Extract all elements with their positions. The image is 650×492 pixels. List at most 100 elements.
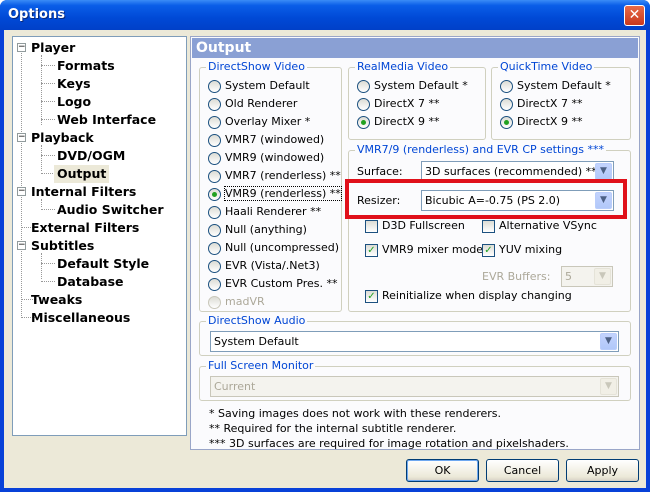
apply-button[interactable]: Apply — [566, 459, 639, 482]
audio-renderer-dropdown[interactable]: System Default ▼ — [210, 331, 619, 352]
ds-radio-system-default[interactable]: System Default — [208, 79, 310, 95]
ds-radio-vmr7-windowed[interactable]: VMR7 (windowed) — [208, 133, 324, 149]
radio-icon — [208, 223, 221, 237]
checkbox-icon — [482, 219, 495, 233]
radio-icon — [208, 205, 221, 219]
ds-radio-haali-renderer[interactable]: Haali Renderer ** — [208, 205, 321, 221]
radio-icon — [208, 133, 221, 147]
qt-radio-system-default[interactable]: System Default * — [500, 79, 611, 95]
qt-radio-directx9[interactable]: DirectX 9 ** — [500, 115, 582, 131]
quicktime-video-group: QuickTime Video System Default * DirectX… — [491, 60, 631, 140]
tree-item-output[interactable]: Output — [54, 165, 110, 183]
chevron-down-icon: ▼ — [594, 268, 611, 285]
ds-radio-vmr7-renderless[interactable]: VMR7 (renderless) ** — [208, 169, 341, 185]
tree-item-player[interactable]: Player — [31, 39, 75, 57]
directshow-video-caption: DirectShow Video — [206, 60, 307, 73]
expand-subtitles-toggle[interactable]: − — [17, 241, 26, 250]
title-bar[interactable]: Options ✕ — [0, 0, 650, 30]
radio-icon — [208, 151, 221, 165]
close-button[interactable]: ✕ — [624, 5, 645, 26]
tree-item-database[interactable]: Database — [57, 273, 124, 291]
footnote-1: * Saving images does not work with these… — [209, 407, 502, 420]
window-title: Options — [8, 7, 65, 22]
ds-radio-overlay-mixer[interactable]: Overlay Mixer * — [208, 115, 310, 131]
tree-item-formats[interactable]: Formats — [57, 57, 115, 75]
yuv-mixing-checkbox[interactable]: ✓ YUV mixing — [482, 243, 562, 259]
ds-radio-evr-custom[interactable]: EVR Custom Pres. ** — [208, 277, 337, 293]
rm-radio-directx7[interactable]: DirectX 7 ** — [357, 97, 439, 113]
ds-radio-evr[interactable]: EVR (Vista/.Net3) — [208, 259, 320, 275]
checkbox-label: Alternative VSync — [499, 219, 597, 232]
reinitialize-checkbox[interactable]: ✓ Reinitialize when display changing — [365, 289, 572, 305]
radio-selected-icon — [208, 187, 221, 201]
ds-radio-null-anything[interactable]: Null (anything) — [208, 223, 307, 239]
expand-internal-filters-toggle[interactable]: − — [17, 187, 26, 196]
tree-item-internal-filters[interactable]: Internal Filters — [31, 183, 136, 201]
ok-button[interactable]: OK — [406, 459, 479, 482]
option-label: Null (anything) — [225, 223, 307, 236]
vmr9-mixer-checkbox[interactable]: ✓ VMR9 mixer mode — [365, 243, 483, 259]
rm-radio-directx9[interactable]: DirectX 9 ** — [357, 115, 439, 131]
fullscreen-monitor-group: Full Screen Monitor Current ▼ — [199, 359, 631, 401]
chevron-down-icon: ▼ — [600, 378, 617, 395]
radio-selected-icon — [357, 115, 370, 129]
ds-radio-vmr9-windowed[interactable]: VMR9 (windowed) — [208, 151, 324, 167]
tree-item-keys[interactable]: Keys — [57, 75, 91, 93]
footnote-2: ** Required for the internal subtitle re… — [209, 422, 457, 435]
ds-radio-old-renderer[interactable]: Old Renderer — [208, 97, 297, 113]
option-label: System Default * — [374, 79, 468, 92]
tree-item-external-filters[interactable]: External Filters — [31, 219, 139, 237]
evr-buffers-dropdown[interactable]: 5 ▼ — [561, 266, 613, 287]
tree-item-web-interface[interactable]: Web Interface — [57, 111, 156, 129]
vmr-settings-caption: VMR7/9 (renderless) and EVR CP settings … — [355, 143, 606, 156]
option-label: Haali Renderer ** — [225, 205, 322, 218]
radio-icon — [500, 79, 513, 93]
tree-item-miscellaneous[interactable]: Miscellaneous — [31, 309, 130, 327]
radio-icon — [208, 259, 221, 273]
option-label: DirectX 9 ** — [374, 115, 440, 128]
tree-item-playback[interactable]: Playback — [31, 129, 94, 147]
options-tree: − − − − Player Formats Keys Logo Web Int… — [12, 36, 187, 436]
alt-vsync-checkbox[interactable]: Alternative VSync — [482, 219, 597, 235]
expand-playback-toggle[interactable]: − — [17, 133, 26, 142]
tree-item-tweaks[interactable]: Tweaks — [31, 291, 82, 309]
option-label: VMR9 (windowed) — [225, 151, 325, 164]
panel-title: Output — [192, 38, 638, 58]
options-window: Options ✕ − − − − Player Formats Keys Lo… — [0, 0, 650, 492]
radio-icon — [208, 277, 221, 291]
fullscreen-monitor-dropdown[interactable]: Current ▼ — [210, 376, 619, 397]
resizer-highlight-box — [345, 179, 627, 219]
rm-radio-system-default[interactable]: System Default * — [357, 79, 468, 95]
radio-icon — [208, 115, 221, 129]
radio-icon — [500, 97, 513, 111]
d3d-fullscreen-checkbox[interactable]: D3D Fullscreen — [365, 219, 465, 235]
option-label: Overlay Mixer * — [225, 115, 311, 128]
cancel-button[interactable]: Cancel — [486, 459, 559, 482]
option-label: VMR7 (windowed) — [225, 133, 325, 146]
option-label: madVR — [225, 295, 265, 308]
radio-icon — [357, 79, 370, 93]
radio-icon — [208, 79, 221, 93]
tree-item-dvd-ogm[interactable]: DVD/OGM — [57, 147, 125, 165]
fullscreen-monitor-value: Current — [214, 380, 256, 393]
tree-item-audio-switcher[interactable]: Audio Switcher — [57, 201, 164, 219]
qt-radio-directx7[interactable]: DirectX 7 ** — [500, 97, 582, 113]
tree-item-default-style[interactable]: Default Style — [57, 255, 149, 273]
ds-radio-vmr9-renderless[interactable]: VMR9 (renderless) ** — [208, 186, 342, 203]
ds-radio-null-uncompressed[interactable]: Null (uncompressed) — [208, 241, 339, 257]
ds-radio-madvr: madVR — [208, 295, 265, 311]
tree-item-logo[interactable]: Logo — [57, 93, 91, 111]
realmedia-video-caption: RealMedia Video — [355, 60, 451, 73]
option-label: DirectX 9 ** — [517, 115, 583, 128]
radio-selected-icon — [500, 115, 513, 129]
option-label: DirectX 7 ** — [374, 97, 440, 110]
chevron-down-icon: ▼ — [595, 163, 612, 180]
vmr-settings-group: VMR7/9 (renderless) and EVR CP settings … — [348, 143, 631, 312]
fullscreen-monitor-caption: Full Screen Monitor — [206, 359, 316, 372]
option-label: EVR (Vista/.Net3) — [225, 259, 320, 272]
option-label: VMR9 (renderless) ** — [224, 186, 342, 201]
expand-player-toggle[interactable]: − — [17, 43, 26, 52]
chevron-down-icon: ▼ — [600, 333, 617, 350]
option-label: EVR Custom Pres. ** — [225, 277, 338, 290]
tree-item-subtitles[interactable]: Subtitles — [31, 237, 94, 255]
